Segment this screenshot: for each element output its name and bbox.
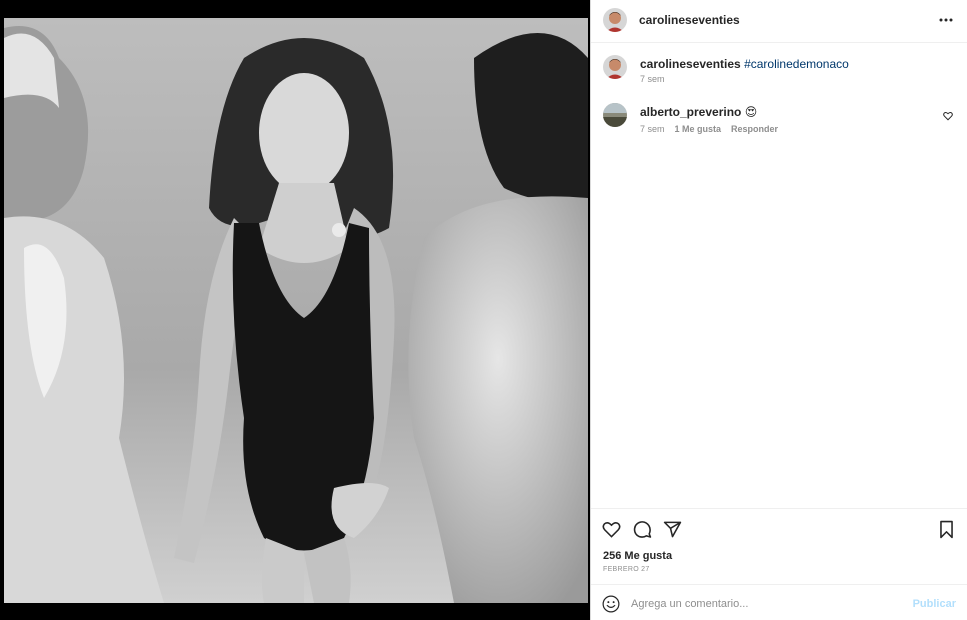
caption-author[interactable]: carolineseventies — [640, 57, 741, 71]
comment-likes-count[interactable]: 1 Me gusta — [675, 124, 722, 134]
reply-button[interactable]: Responder — [731, 124, 778, 134]
avatar[interactable] — [603, 8, 627, 32]
post-header: carolineseventies — [591, 0, 967, 43]
publish-button[interactable]: Publicar — [913, 598, 956, 610]
avatar-image — [603, 55, 627, 79]
comment-icon[interactable] — [633, 520, 652, 539]
avatar-image — [603, 103, 627, 127]
bookmark-icon[interactable] — [937, 520, 956, 539]
caption-text: carolineseventies #carolinedemonaco — [640, 57, 940, 72]
comment-author[interactable]: alberto_preverino — [640, 105, 741, 119]
timestamp[interactable]: 7 sem — [640, 74, 665, 84]
beach-photo-illustration — [4, 18, 588, 603]
add-comment-bar: Publicar — [591, 584, 967, 620]
comment-input[interactable] — [631, 593, 901, 615]
post-photo[interactable] — [4, 18, 588, 603]
caption-meta: 7 sem — [640, 74, 665, 84]
more-horizontal-icon[interactable] — [938, 12, 954, 28]
avatar[interactable] — [603, 103, 627, 127]
post-actions — [591, 508, 967, 548]
post-date[interactable]: FEBRERO 27 — [603, 566, 650, 573]
likes-count[interactable]: 256 Me gusta — [603, 550, 672, 562]
emoji-icon[interactable] — [602, 595, 620, 613]
timestamp[interactable]: 7 sem — [640, 124, 665, 134]
comment-text: alberto_preverino 😍 — [640, 105, 940, 120]
post-author-username[interactable]: carolineseventies — [639, 13, 740, 27]
heart-icon[interactable] — [943, 111, 953, 121]
avatar-image — [603, 8, 627, 32]
post-details-panel: carolineseventies carolineseventies #car… — [590, 0, 967, 620]
comment-meta: 7 sem 1 Me gusta Responder — [640, 124, 778, 134]
avatar[interactable] — [603, 55, 627, 79]
send-icon[interactable] — [663, 520, 682, 539]
post-media — [0, 0, 590, 620]
heart-icon[interactable] — [602, 520, 621, 539]
hashtag-link[interactable]: #carolinedemonaco — [744, 57, 849, 71]
comment-emoji: 😍 — [744, 105, 758, 119]
